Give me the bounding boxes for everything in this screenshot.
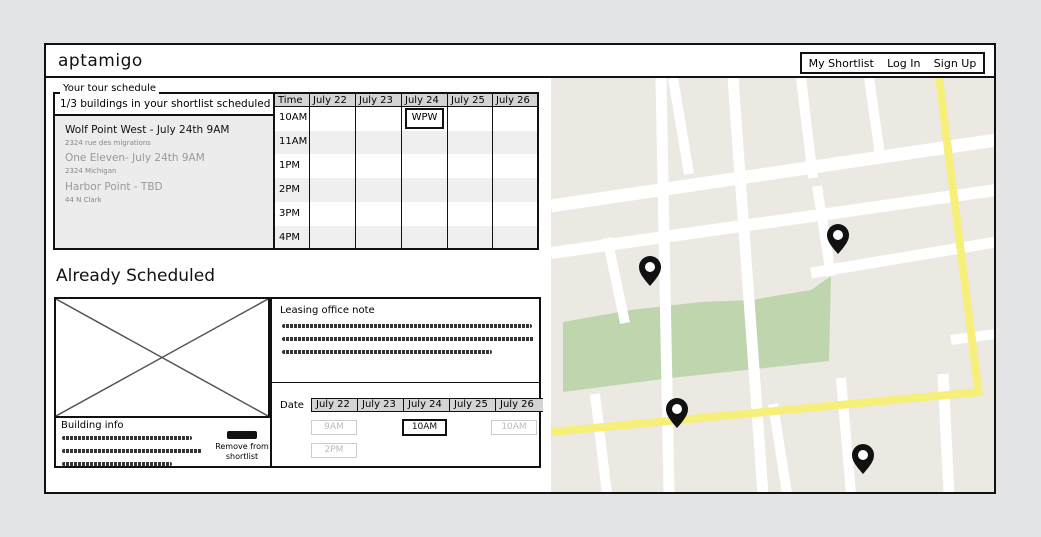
day-header: July 25 bbox=[447, 94, 492, 107]
divider bbox=[272, 382, 540, 383]
time-label: 10AM bbox=[279, 112, 308, 123]
grid-line bbox=[309, 94, 310, 248]
day-header: July 24 bbox=[401, 94, 447, 107]
nav-sign-up[interactable]: Sign Up bbox=[934, 57, 977, 70]
leasing-note-text bbox=[282, 324, 532, 328]
booked-slot-wpw[interactable]: WPW bbox=[405, 108, 444, 129]
time-slot[interactable]: 9AM bbox=[311, 420, 357, 435]
top-nav: My Shortlist Log In Sign Up bbox=[800, 52, 985, 74]
date-cell[interactable]: July 22 bbox=[311, 399, 357, 411]
time-slot[interactable]: 2PM bbox=[311, 443, 357, 458]
already-scheduled-heading: Already Scheduled bbox=[56, 266, 216, 286]
day-header: July 22 bbox=[309, 94, 355, 107]
building-address: 2324 rue des migrations bbox=[65, 139, 151, 147]
date-cell[interactable]: July 23 bbox=[357, 399, 403, 411]
grid-line bbox=[492, 94, 493, 248]
nav-log-in[interactable]: Log In bbox=[887, 57, 920, 70]
scheduled-building-card: Building info Remove from shortlist Leas… bbox=[54, 297, 543, 468]
grid-row bbox=[275, 226, 537, 248]
schedule-grid: Time July 22 July 23 July 24 July 25 Jul… bbox=[275, 94, 537, 248]
grid-line bbox=[355, 94, 356, 248]
shortlist-summary: 1/3 buildings in your shortlist schedule… bbox=[55, 94, 273, 116]
grid-row bbox=[275, 154, 537, 178]
building-address: 44 N Clark bbox=[65, 196, 102, 204]
time-slot[interactable]: 10AM bbox=[491, 420, 537, 435]
tour-schedule-legend: Your tour schedule bbox=[60, 83, 160, 94]
building-info-text bbox=[62, 436, 192, 440]
remove-from-shortlist-button[interactable] bbox=[227, 431, 257, 439]
time-label: 1PM bbox=[279, 160, 301, 171]
time-header: Time bbox=[275, 94, 309, 107]
day-header: July 23 bbox=[355, 94, 401, 107]
grid-row bbox=[275, 178, 537, 202]
image-placeholder-icon bbox=[56, 299, 268, 416]
building-item-wolf-point[interactable]: Wolf Point West - July 24th 9AM bbox=[65, 124, 229, 136]
map-canvas bbox=[551, 78, 994, 492]
leasing-note-text bbox=[282, 350, 492, 354]
remove-from-shortlist-label[interactable]: Remove from shortlist bbox=[210, 442, 274, 462]
time-label: 2PM bbox=[279, 184, 301, 195]
time-label: 3PM bbox=[279, 208, 301, 219]
date-row: July 22 July 23 July 24 July 25 July 26 bbox=[311, 398, 543, 412]
grid-row bbox=[275, 202, 537, 226]
building-item-harbor-point[interactable]: Harbor Point - TBD bbox=[65, 181, 163, 193]
building-image-placeholder bbox=[56, 299, 270, 418]
building-info-text bbox=[62, 449, 202, 453]
leasing-note-text bbox=[282, 337, 534, 341]
day-header: July 26 bbox=[492, 94, 537, 107]
time-label: 4PM bbox=[279, 232, 301, 243]
date-cell[interactable]: July 26 bbox=[495, 399, 541, 411]
building-info-title: Building info bbox=[61, 420, 124, 431]
time-label: 11AM bbox=[279, 136, 308, 147]
date-cell[interactable]: July 25 bbox=[449, 399, 495, 411]
grid-line bbox=[447, 94, 448, 248]
app-window: aptamigo My Shortlist Log In Sign Up 1/3… bbox=[44, 43, 996, 494]
building-item-one-eleven[interactable]: One Eleven- July 24th 9AM bbox=[65, 152, 205, 164]
date-label: Date bbox=[280, 400, 304, 411]
building-info-text bbox=[62, 462, 172, 466]
app-logo[interactable]: aptamigo bbox=[58, 51, 143, 71]
header: aptamigo My Shortlist Log In Sign Up bbox=[46, 45, 994, 78]
tour-schedule-panel: 1/3 buildings in your shortlist schedule… bbox=[53, 92, 539, 250]
building-address: 2324 Michigan bbox=[65, 167, 117, 175]
time-slot-selected[interactable]: 10AM bbox=[402, 419, 447, 436]
shortlist-list: 1/3 buildings in your shortlist schedule… bbox=[55, 94, 275, 248]
map-view[interactable] bbox=[551, 78, 994, 492]
leasing-note-title: Leasing office note bbox=[280, 305, 375, 316]
grid-line bbox=[401, 94, 402, 248]
date-cell[interactable]: July 24 bbox=[403, 399, 449, 411]
grid-row bbox=[275, 131, 537, 154]
nav-my-shortlist[interactable]: My Shortlist bbox=[809, 57, 874, 70]
